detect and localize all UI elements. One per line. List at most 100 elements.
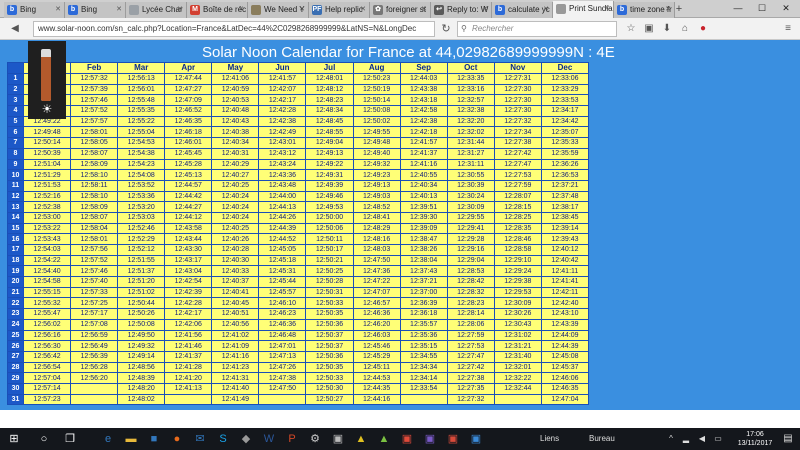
- browser-tab[interactable]: b calculate yc ✕: [492, 2, 553, 18]
- solar-noon-cell: 12:29:55: [446, 211, 495, 224]
- solar-noon-cell: 12:57:40: [70, 276, 119, 288]
- close-tab-icon[interactable]: ✕: [238, 2, 244, 18]
- close-window-icon[interactable]: ✕: [774, 0, 798, 16]
- maximize-icon[interactable]: ☐: [750, 0, 774, 16]
- battery-icon[interactable]: ▭: [710, 431, 726, 447]
- solar-noon-cell: 12:40:48: [211, 105, 260, 117]
- month-header: Dec: [540, 62, 590, 74]
- system-clock[interactable]: 17:06 13/11/2017: [735, 430, 775, 448]
- browser-tab[interactable]: ✿ foreigner st ✕: [370, 2, 431, 18]
- brightness-overlay[interactable]: ☀: [28, 41, 66, 119]
- skype-icon[interactable]: S: [215, 431, 231, 447]
- close-tab-icon[interactable]: ✕: [55, 2, 61, 18]
- download-icon[interactable]: ⬇: [660, 21, 674, 37]
- powerpoint-icon[interactable]: P: [284, 431, 300, 447]
- solar-noon-cell: 12:50:19: [352, 83, 401, 96]
- browser-tab-label: foreigner st: [386, 5, 427, 14]
- brightness-sun-icon: ☀: [41, 102, 53, 116]
- browser-tab[interactable]: M Boîte de réc ✕: [187, 2, 248, 18]
- solar-noon-cell: 12:49:13: [305, 147, 354, 160]
- pocket-icon[interactable]: ▣: [642, 21, 656, 37]
- reload-icon[interactable]: ↻: [437, 21, 455, 37]
- browser-tab[interactable]: b Bing ✕: [4, 2, 65, 18]
- back-arrow-icon[interactable]: ◀: [4, 21, 26, 37]
- browser-tab[interactable]: PF Help replic ✕: [309, 2, 370, 18]
- browser-tab[interactable]: Lycée Char ✕: [126, 2, 187, 18]
- solar-noon-cell: 12:42:58: [399, 105, 448, 117]
- day-number: 16: [6, 233, 25, 245]
- solar-noon-cell: 12:57:39: [70, 83, 119, 96]
- desktop-toolbar-label[interactable]: Bureau: [589, 434, 615, 443]
- tray-chevron-icon[interactable]: ^: [663, 431, 679, 447]
- close-tab-icon[interactable]: ✕: [299, 2, 305, 18]
- app8-icon[interactable]: ▣: [445, 431, 461, 447]
- links-toolbar-label[interactable]: Liens: [540, 434, 559, 443]
- firefox-icon[interactable]: ●: [169, 431, 185, 447]
- close-tab-icon[interactable]: ✕: [421, 2, 427, 18]
- new-tab-icon[interactable]: +: [673, 3, 685, 15]
- app5-icon[interactable]: ▲: [376, 431, 392, 447]
- browser-tab[interactable]: We Need Y ✕: [248, 2, 309, 18]
- solar-noon-cell: 12:44:16: [352, 393, 401, 406]
- app6-icon[interactable]: ▣: [399, 431, 415, 447]
- close-tab-icon[interactable]: ✕: [543, 2, 549, 18]
- word-icon[interactable]: W: [261, 431, 277, 447]
- notification-center-icon[interactable]: ▤: [780, 431, 796, 447]
- close-tab-icon[interactable]: ✕: [360, 2, 366, 18]
- mail-icon[interactable]: ✉: [192, 431, 208, 447]
- app-icon[interactable]: ◆: [238, 431, 254, 447]
- app4-icon[interactable]: ▲: [353, 431, 369, 447]
- browser-tab[interactable]: Print Sundia ✕: [553, 1, 614, 19]
- minimize-icon[interactable]: —: [726, 0, 750, 16]
- network-icon[interactable]: ▂: [678, 431, 694, 447]
- browser-tab[interactable]: b Bing ✕: [65, 2, 126, 18]
- table-row: 12 12:52:16 12:58:10 12:53:36 12:44:42 12:40:…: [6, 190, 590, 203]
- solar-noon-cell: 12:54:38: [117, 147, 166, 160]
- app7-icon[interactable]: ▣: [422, 431, 438, 447]
- close-tab-icon[interactable]: ✕: [665, 2, 671, 18]
- solar-noon-cell: 12:52:12: [117, 244, 166, 256]
- task-view-icon[interactable]: ❐: [62, 431, 78, 447]
- store-icon[interactable]: ■: [146, 431, 162, 447]
- url-bar[interactable]: www.solar-noon.com/sn_calc.php?Location=…: [33, 21, 435, 37]
- app2-icon[interactable]: ⚙: [307, 431, 323, 447]
- edge-icon[interactable]: e: [100, 431, 116, 447]
- solar-noon-cell: 12:53:03: [117, 211, 166, 224]
- solar-noon-cell: 12:54:58: [23, 276, 72, 288]
- solar-noon-cell: 12:49:50: [117, 329, 166, 342]
- pinterest-icon[interactable]: ●: [696, 21, 710, 37]
- solar-noon-cell: 12:28:42: [446, 276, 495, 288]
- solar-noon-cell: 12:41:02: [211, 329, 260, 342]
- solar-noon-cell: 12:39:43: [540, 233, 590, 245]
- solar-noon-cell: 12:46:57: [352, 297, 401, 310]
- browser-tab[interactable]: b time zone fr ✕: [614, 2, 675, 18]
- close-tab-icon[interactable]: ✕: [482, 2, 488, 18]
- volume-icon[interactable]: ◀: [694, 431, 710, 447]
- solar-noon-cell: 12:27:47: [446, 350, 495, 363]
- cortana-circle-icon[interactable]: ○: [36, 431, 52, 447]
- solar-noon-cell: 12:50:23: [352, 73, 401, 85]
- home-icon[interactable]: ⌂: [678, 21, 692, 37]
- table-row: 11 12:51:53 12:58:11 12:53:52 12:44:57 12:40:…: [6, 179, 590, 192]
- solar-noon-cell: 12:27:30: [493, 83, 542, 96]
- table-row: 18 12:54:22 12:57:52 12:51:55 12:43:17 12:40:…: [6, 254, 590, 267]
- solar-noon-cell: 12:39:30: [399, 211, 448, 224]
- browser-tab[interactable]: ↩ Reply to: W ✕: [431, 2, 492, 18]
- table-row: 8 12:50:39 12:58:07 12:54:38 12:45:45 12:40:3…: [6, 147, 590, 160]
- star-icon[interactable]: ☆: [624, 21, 638, 37]
- close-tab-icon[interactable]: ✕: [604, 1, 610, 17]
- solar-noon-cell: 12:43:44: [164, 233, 213, 245]
- search-input[interactable]: ⚲ Rechercher: [457, 21, 617, 37]
- app3-icon[interactable]: ▣: [330, 431, 346, 447]
- app9-icon[interactable]: ▣: [468, 431, 484, 447]
- close-tab-icon[interactable]: ✕: [177, 2, 183, 18]
- solar-noon-cell: 12:40:28: [211, 244, 260, 256]
- close-tab-icon[interactable]: ✕: [116, 2, 122, 18]
- solar-noon-cell: 12:50:35: [305, 308, 354, 320]
- clock-date: 13/11/2017: [737, 440, 773, 447]
- hamburger-menu-icon[interactable]: ≡: [780, 21, 796, 37]
- solar-noon-cell: 12:57:46: [70, 265, 119, 278]
- windows-start-icon[interactable]: ⊞: [6, 431, 22, 447]
- solar-noon-cell: 12:46:36: [258, 318, 307, 331]
- folder-icon[interactable]: ▬: [123, 431, 139, 447]
